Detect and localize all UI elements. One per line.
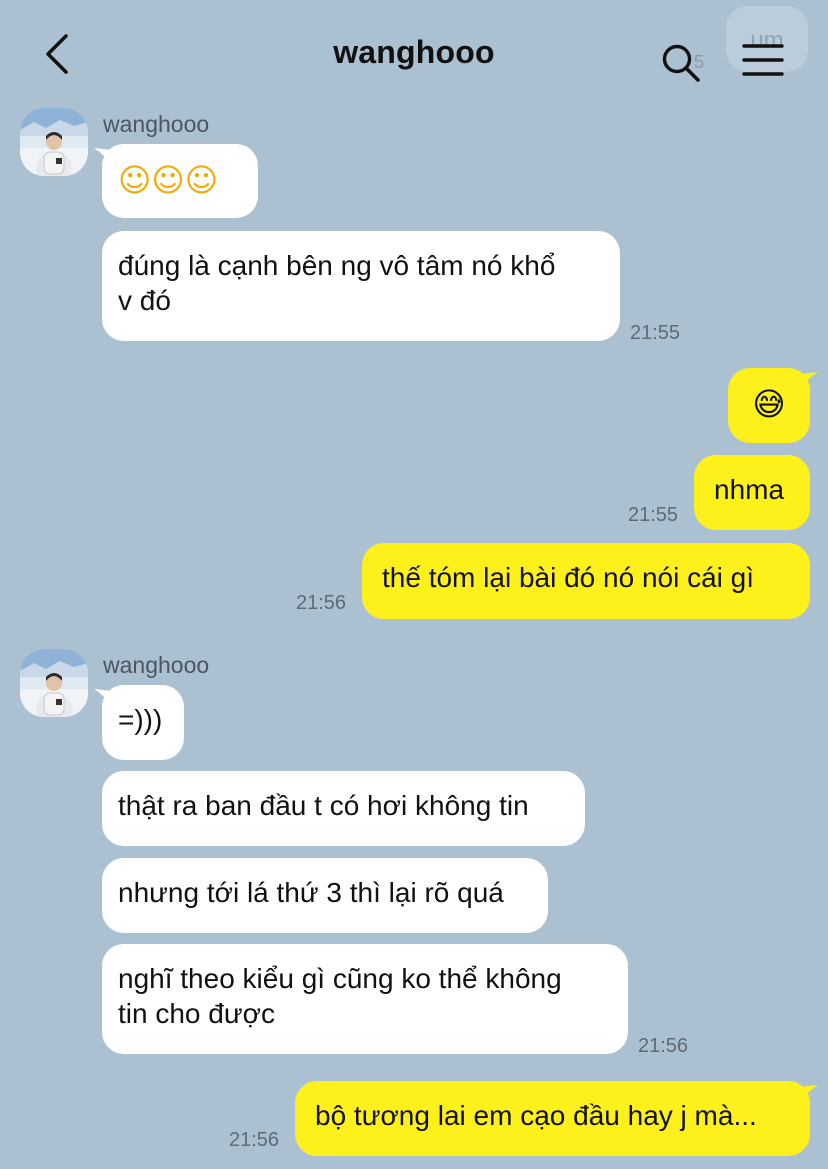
message-text: nhma (714, 474, 785, 505)
message-time: 21:55 (628, 504, 679, 526)
message-text: 😅 (752, 385, 786, 423)
sender-name: wanghooo (103, 111, 210, 137)
message-bubble[interactable]: đúng là cạnh bên ng vô tâm nó khổ v đó (102, 231, 620, 341)
bubble-tail (800, 1085, 818, 1103)
message-bubble[interactable]: nghĩ theo kiểu gì cũng ko thể không tin … (102, 944, 628, 1054)
hamburger-menu-icon[interactable] (740, 40, 786, 80)
message-text: thật ra ban đầu t có hơi không tin (118, 790, 529, 821)
message-bubble[interactable]: 😅 (728, 368, 810, 443)
bubble-tail (800, 372, 818, 390)
message-time: 21:56 (296, 592, 347, 614)
chat-title: wanghooo (333, 34, 495, 70)
message-bubble[interactable]: nhma (694, 455, 810, 530)
message-text: đúng là cạnh bên ng vô tâm nó khổ v đó (118, 250, 556, 316)
message-text: bộ tương lai em cạo đầu hay j mà... (315, 1100, 757, 1131)
message-bubble[interactable]: thật ra ban đầu t có hơi không tin (102, 771, 585, 846)
message-text: thế tóm lại bài đó nó nói cái gì (382, 562, 755, 593)
message-bubble[interactable]: bộ tương lai em cạo đầu hay j mà... (295, 1081, 810, 1156)
message-time: 21:56 (638, 1035, 689, 1057)
chat-header: um 5 wanghooo (0, 0, 828, 110)
message-time: 21:55 (630, 322, 681, 344)
message-bubble[interactable]: ☺☺☺ (102, 144, 258, 218)
message-bubble[interactable]: thế tóm lại bài đó nó nói cái gì (362, 543, 810, 619)
message-text: nhưng tới lá thứ 3 thì lại rõ quá (118, 877, 504, 908)
search-icon[interactable] (660, 42, 702, 84)
avatar[interactable] (20, 108, 88, 176)
message-bubble[interactable]: nhưng tới lá thứ 3 thì lại rõ quá (102, 858, 548, 933)
message-text: =))) (118, 704, 163, 735)
message-bubble[interactable]: =))) (102, 685, 184, 760)
message-text: ☺☺☺ (118, 161, 219, 199)
sender-name: wanghooo (103, 652, 210, 678)
avatar[interactable] (20, 649, 88, 717)
message-time: 21:56 (229, 1129, 280, 1151)
message-text: nghĩ theo kiểu gì cũng ko thể không tin … (118, 963, 562, 1029)
